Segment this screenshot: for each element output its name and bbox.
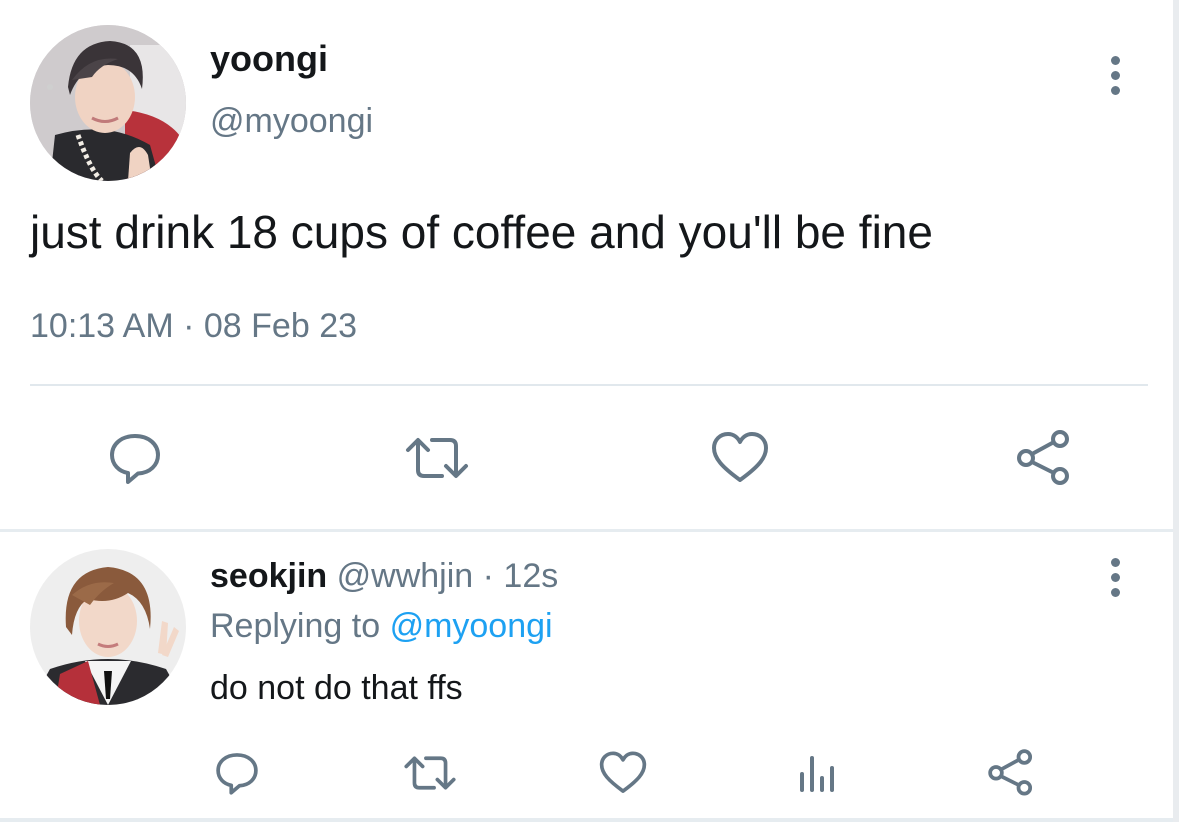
share-icon	[988, 749, 1033, 796]
reply-tweet-text: do not do that ffs	[210, 669, 463, 707]
main-tweet-display-name[interactable]: yoongi	[210, 38, 328, 80]
reply-reply-button[interactable]	[212, 748, 262, 798]
bottom-divider	[0, 818, 1173, 822]
reply-icon	[110, 434, 160, 484]
main-like-button[interactable]	[708, 428, 772, 488]
main-tweet-timestamp: 10:13 AM · 08 Feb 23	[30, 307, 357, 346]
main-tweet-date: 08 Feb 23	[203, 307, 358, 345]
reply-analytics-button[interactable]	[792, 748, 842, 798]
tweet-thread-screen: yoongi @myoongi just drink 18 cups of co…	[0, 0, 1179, 822]
reply-like-button[interactable]	[597, 748, 649, 798]
reply-icon	[216, 753, 258, 795]
main-share-button[interactable]	[1013, 426, 1075, 488]
screen-right-edge	[1173, 0, 1179, 822]
main-tweet-time: 10:13 AM	[30, 307, 174, 345]
replying-to-label: Replying to	[210, 607, 381, 645]
analytics-icon	[800, 756, 834, 792]
like-icon	[712, 432, 768, 482]
reply-tweet-separator: ·	[482, 557, 494, 595]
main-tweet-avatar[interactable]	[30, 25, 186, 181]
main-tweet-divider	[30, 384, 1148, 386]
thread-divider	[0, 529, 1173, 532]
reply-tweet-time: 12s	[503, 557, 559, 595]
main-tweet-more-options-icon[interactable]	[1100, 50, 1130, 100]
replying-to-mention-link[interactable]: @myoongi	[390, 607, 553, 645]
main-reply-button[interactable]	[105, 428, 165, 488]
retweet-icon	[404, 756, 456, 790]
main-tweet-meta-separator: ·	[183, 307, 195, 345]
like-icon	[599, 751, 647, 793]
reply-retweet-button[interactable]	[402, 748, 458, 798]
reply-tweet-display-name[interactable]: seokjin	[210, 557, 327, 595]
replying-to-line: Replying to @myoongi	[210, 607, 553, 646]
retweet-icon	[406, 438, 468, 478]
main-retweet-button[interactable]	[404, 428, 470, 488]
share-icon	[1017, 430, 1069, 485]
reply-tweet-handle[interactable]: @wwhjin	[337, 557, 474, 595]
reply-tweet-avatar[interactable]	[30, 549, 186, 705]
main-tweet-handle[interactable]: @myoongi	[210, 102, 373, 141]
reply-tweet-more-options-icon[interactable]	[1100, 552, 1130, 602]
main-tweet-text: just drink 18 cups of coffee and you'll …	[30, 206, 933, 258]
reply-tweet-header: seokjin @wwhjin · 12s	[210, 557, 558, 596]
reply-share-button[interactable]	[985, 746, 1037, 798]
